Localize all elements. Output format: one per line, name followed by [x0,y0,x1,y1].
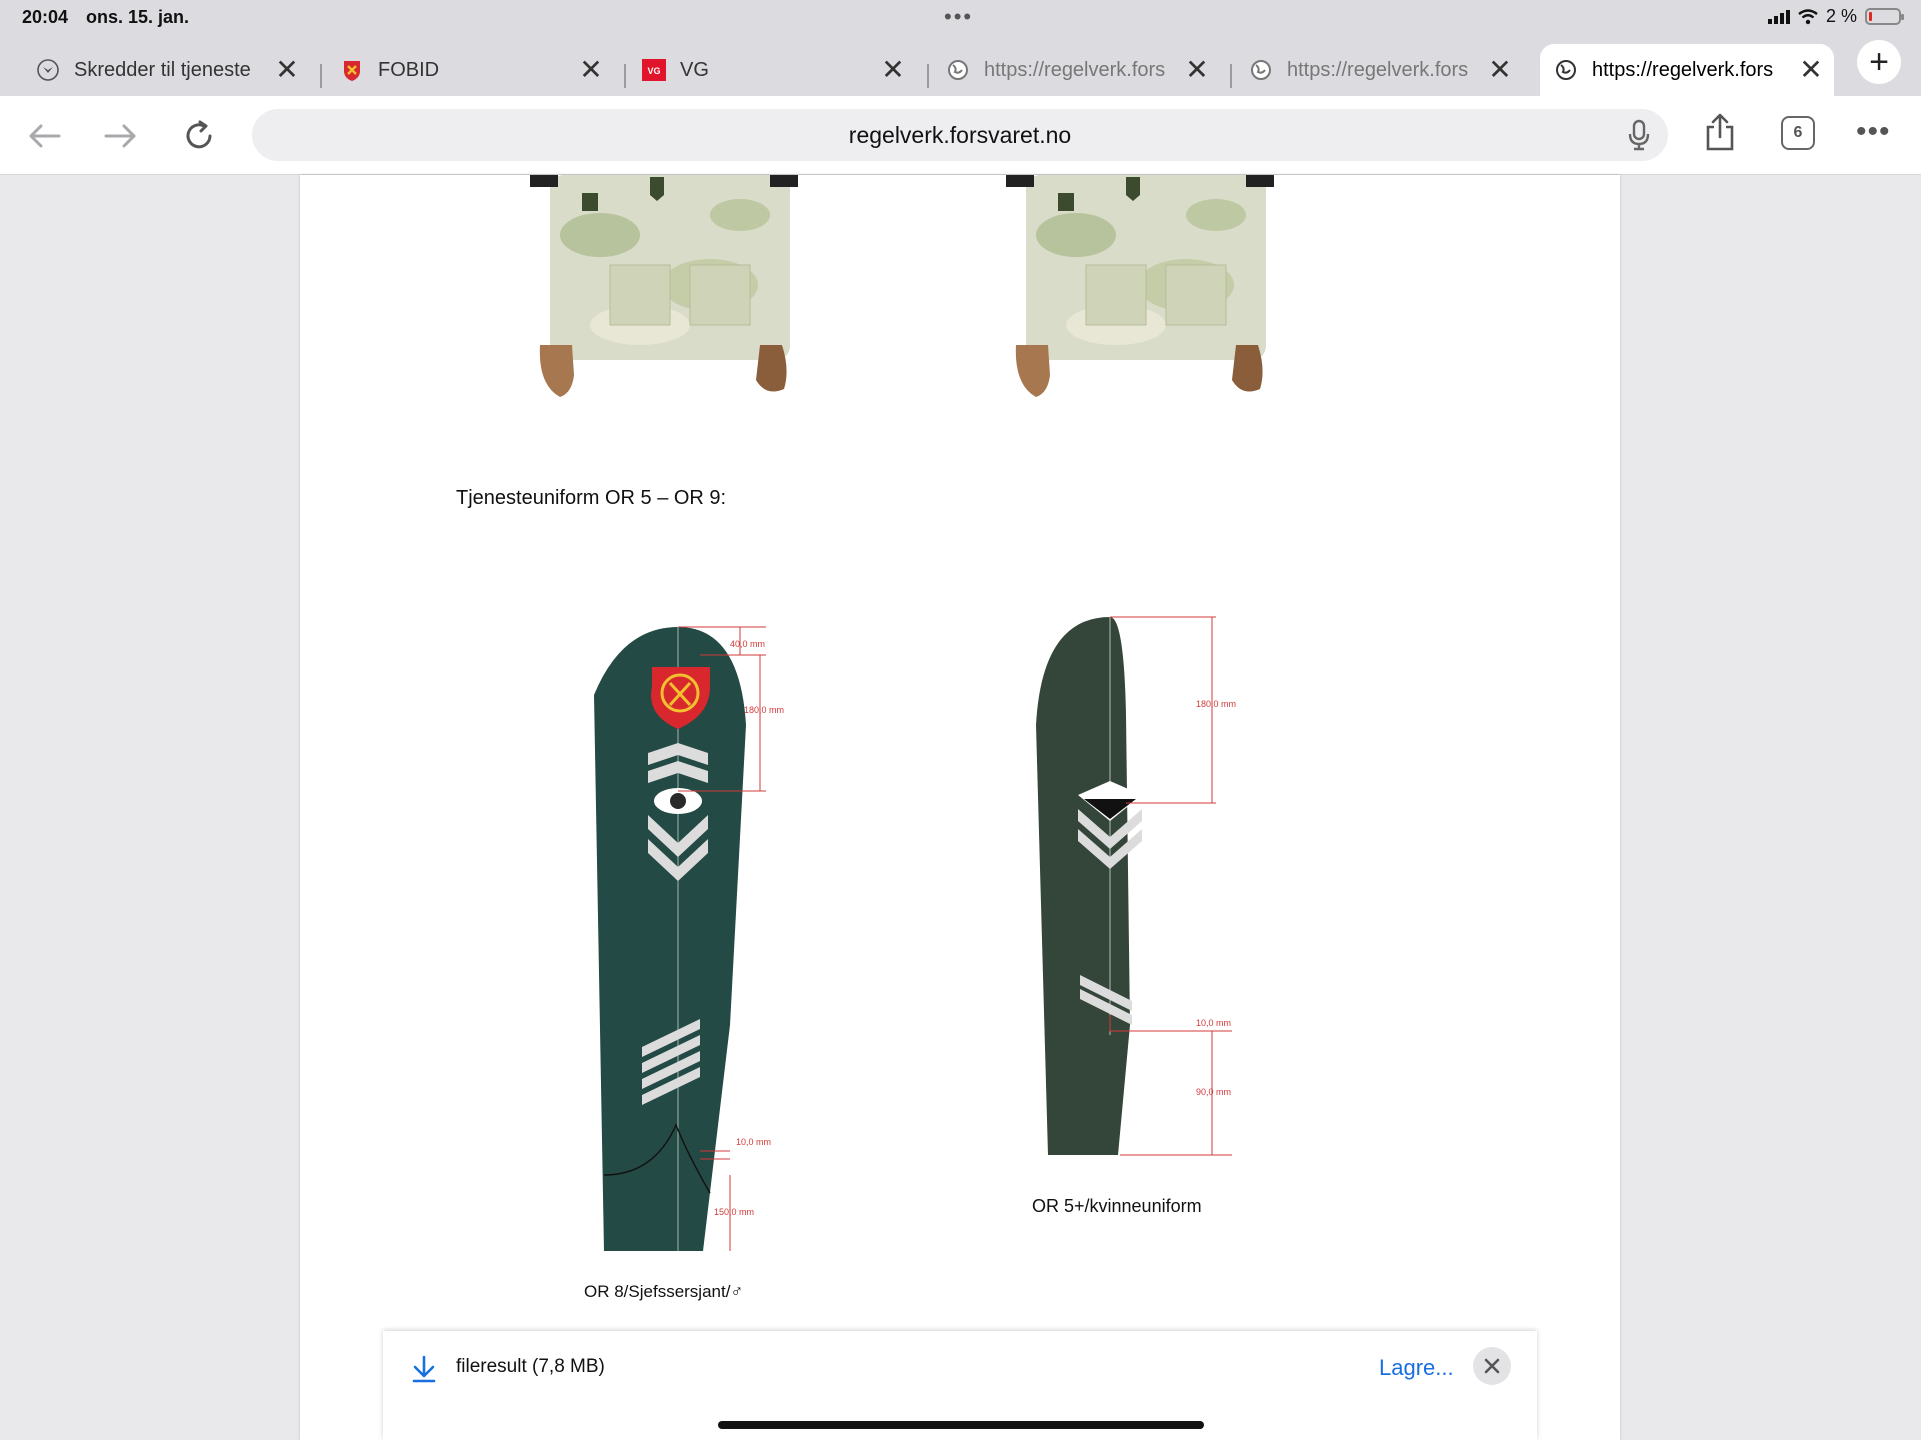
back-icon[interactable] [22,114,66,158]
close-icon[interactable] [1473,1347,1511,1385]
globe-icon [946,58,970,82]
crest-icon [340,58,364,82]
new-tab-button[interactable]: + [1857,40,1901,84]
figure-caption-left: OR 8/Sjefssersjant/♂ [584,1282,744,1301]
dim-label-top: 40,0 mm [730,639,765,649]
battery-icon [1865,8,1904,25]
globe-icon [1249,58,1273,82]
close-tab-icon[interactable]: ✕ [1182,56,1212,84]
dim-label-badge: 180,0 mm [744,705,784,715]
tab-label: Skredder til tjeneste [74,58,251,81]
tab-label: https://regelverk.fors [1592,58,1774,81]
close-tab-icon[interactable]: ✕ [1796,56,1826,84]
globe-icon [1554,58,1578,82]
more-options-icon[interactable]: ••• [1856,115,1891,149]
home-indicator[interactable] [718,1421,1204,1429]
battery-percent: 2 % [1825,6,1857,26]
section-heading: Tjenesteuniform OR 5 – OR 9: [456,487,727,509]
reload-icon[interactable] [177,114,221,158]
tab-label: FOBID [378,58,440,81]
tab-divider [1230,64,1232,88]
tab-6-active[interactable]: https://regelverk.fors ✕ [1540,44,1834,96]
status-time: 20:04 [22,7,69,27]
download-filename: fileresult (7,8 MB) [456,1356,605,1377]
close-tab-icon[interactable]: ✕ [878,56,908,84]
soldier-illustration-left [530,175,798,397]
tab-1[interactable]: Skredder til tjeneste ✕ [36,44,306,96]
cellular-signal-icon [1767,9,1790,24]
status-indicators: 2 % [1767,6,1904,27]
tab-label: VG [680,58,709,81]
tab-5[interactable]: https://regelverk.fors ✕ [1249,44,1519,96]
tab-divider [927,64,929,88]
tab-count-button[interactable]: 6 [1781,116,1815,150]
forward-icon[interactable] [99,114,143,158]
status-date: ons. 15. jan. [86,7,190,27]
browser-toolbar: regelverk.forsvaret.no 6 ••• [0,96,1921,175]
multitask-dots-icon[interactable]: ••• [944,4,973,30]
url-text: regelverk.forsvaret.no [848,122,1072,148]
figure-caption-right: OR 5+/kvinneuniform [1032,1196,1202,1216]
download-icon [411,1355,437,1388]
close-tab-icon[interactable]: ✕ [272,56,302,84]
shoulder-strap-or5-figure: 180,0 mm 10,0 mm 90,0 mm [1036,616,1236,1156]
pdf-page: Tjenesteuniform OR 5 – OR 9: 40,0 mm 180… [300,175,1620,1440]
tab-divider [320,64,322,88]
tab-2[interactable]: FOBID ✕ [340,44,610,96]
dim-label-badge: 180,0 mm [1196,699,1236,709]
tab-label: https://regelverk.fors [1287,58,1469,81]
tab-divider [624,64,626,88]
dim-label-gap: 10,0 mm [1196,1018,1231,1028]
tab-4[interactable]: https://regelverk.fors ✕ [946,44,1216,96]
close-tab-icon[interactable]: ✕ [1485,56,1515,84]
url-field[interactable]: regelverk.forsvaret.no [252,109,1668,161]
microphone-icon[interactable] [1628,119,1650,156]
dim-label-bottom: 90,0 mm [1196,1087,1231,1097]
tab-label: https://regelverk.fors [984,58,1166,81]
soldier-illustration-right [1006,175,1274,397]
save-button[interactable]: Lagre... [1379,1355,1454,1381]
close-tab-icon[interactable]: ✕ [576,56,606,84]
shoulder-strap-or8-figure: 40,0 mm 180,0 mm 10,0 mm 150,0 mm [594,626,784,1251]
status-bar: 20:04 ons. 15. jan. ••• 2 % [0,0,1921,34]
wifi-icon [1798,8,1818,24]
dim-label-bottom: 150,0 mm [714,1207,754,1217]
share-icon[interactable] [1698,110,1742,154]
dim-label-gap: 10,0 mm [736,1137,771,1147]
vg-logo-icon: VG [642,58,666,82]
svg-text:VG: VG [647,66,660,76]
tab-3[interactable]: VG VG ✕ [642,44,912,96]
badge-icon [36,58,60,82]
tab-bar: Skredder til tjeneste ✕ FOBID ✕ VG VG ✕ … [0,34,1921,96]
